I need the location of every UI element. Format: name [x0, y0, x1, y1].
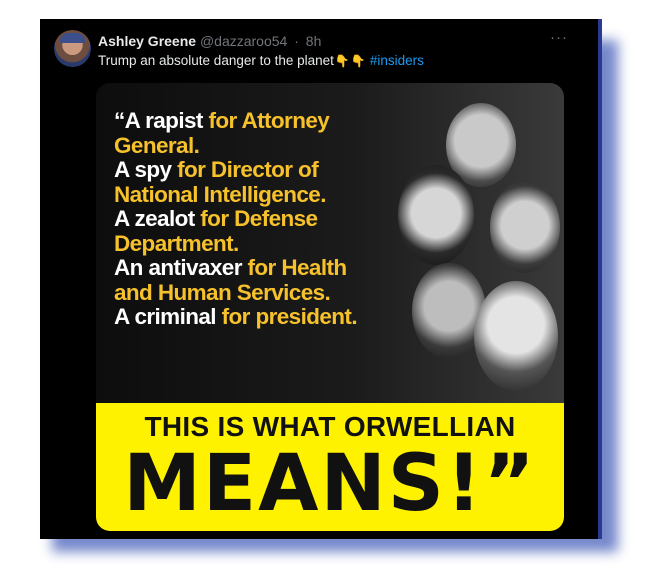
- portrait-face: [474, 281, 558, 391]
- portrait-face: [398, 165, 474, 265]
- quote-line: and Human Services.: [114, 279, 331, 305]
- quote-line: Department.: [114, 230, 239, 256]
- tweet-text: Trump an absolute danger to the planet👇👇…: [98, 53, 424, 68]
- tweet-card[interactable]: Ashley Greene @dazzaroo54 · 8h ··· Trump…: [40, 19, 602, 539]
- timestamp[interactable]: 8h: [306, 33, 322, 49]
- portrait-collage: [386, 103, 564, 403]
- hashtag-link[interactable]: #insiders: [370, 53, 424, 68]
- pointing-down-icon: 👇: [334, 54, 350, 68]
- quote-line: General.: [114, 132, 200, 158]
- quote-line: A criminal for president.: [114, 304, 358, 329]
- tweet-body: Trump an absolute danger to the planet: [98, 53, 334, 68]
- pointing-down-icon: 👇: [350, 54, 366, 68]
- meme-quote: “A rapist for Attorney General. A spy fo…: [114, 108, 358, 330]
- quote-line: National Intelligence.: [114, 181, 326, 207]
- quote-line: A zealot for Defense: [114, 206, 318, 231]
- banner-line-2: MEANS!”: [123, 439, 537, 529]
- quote-line: A spy for Director of: [114, 157, 319, 182]
- quote-line: “A rapist for Attorney: [114, 108, 330, 133]
- user-handle[interactable]: @dazzaroo54: [200, 33, 287, 49]
- quote-line: An antivaxer for Health: [114, 255, 347, 280]
- avatar[interactable]: [54, 30, 91, 67]
- separator-dot: ·: [294, 33, 299, 49]
- tweet-media-image[interactable]: “A rapist for Attorney General. A spy fo…: [96, 83, 564, 531]
- portrait-face: [490, 181, 560, 273]
- tweet-header: Ashley Greene @dazzaroo54 · 8h: [98, 33, 321, 49]
- more-options-icon[interactable]: ···: [550, 29, 568, 46]
- display-name[interactable]: Ashley Greene: [98, 33, 196, 49]
- meme-banner: THIS IS WHAT ORWELLIAN MEANS!”: [96, 403, 564, 531]
- avatar-cap: [60, 33, 85, 43]
